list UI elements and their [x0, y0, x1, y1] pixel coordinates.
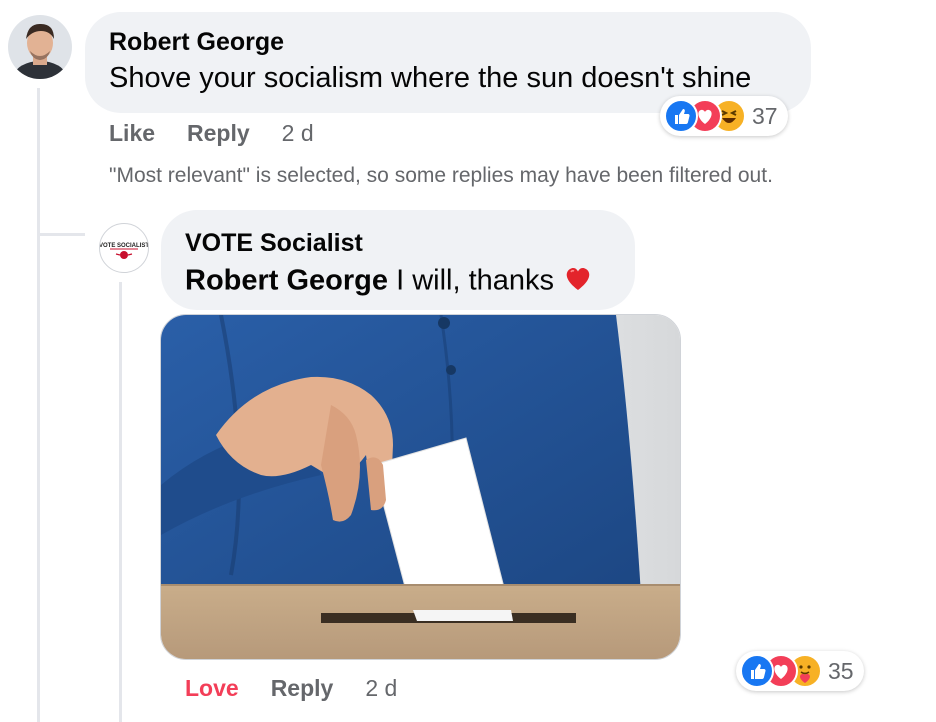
filter-notice: "Most relevant" is selected, so some rep… — [109, 164, 773, 187]
thread-line-main — [37, 88, 40, 722]
comment-reactions-summary[interactable]: 37 — [660, 96, 788, 136]
mention-link[interactable]: Robert George — [185, 265, 388, 297]
heart-emoji-icon — [562, 262, 594, 302]
comment-timestamp[interactable]: 2 d — [282, 120, 314, 147]
love-button[interactable]: Love — [185, 675, 239, 702]
comment-text: Shove your socialism where the sun doesn… — [109, 62, 752, 94]
avatar-vote-socialist[interactable]: VOTE SOCIALIST — [99, 223, 149, 273]
reply-message: I will, thanks — [388, 264, 563, 297]
comment-reaction-count: 37 — [752, 102, 778, 129]
reply-button[interactable]: Reply — [271, 675, 334, 702]
svg-text:VOTE SOCIALIST: VOTE SOCIALIST — [100, 243, 148, 249]
person-avatar-icon — [8, 15, 72, 79]
ballot-box-photo-icon — [161, 315, 680, 659]
reply-button[interactable]: Reply — [187, 120, 250, 147]
comment-actions: Like Reply 2 d — [109, 120, 314, 147]
like-icon — [740, 654, 774, 688]
like-button[interactable]: Like — [109, 120, 155, 147]
vote-socialist-logo-icon: VOTE SOCIALIST — [100, 243, 148, 259]
thread-line-reply — [119, 282, 122, 722]
thread-connector — [37, 233, 85, 236]
reply-reaction-count: 35 — [828, 657, 854, 684]
reply-text: Robert George I will, thanks — [185, 262, 594, 302]
avatar-robert-george[interactable] — [8, 15, 72, 79]
like-icon — [664, 99, 698, 133]
reply-actions: Love Reply 2 d — [185, 675, 397, 702]
reply-photo[interactable] — [160, 314, 681, 660]
comment-author-name[interactable]: Robert George — [109, 28, 284, 57]
reply-timestamp[interactable]: 2 d — [365, 675, 397, 702]
reply-author-name[interactable]: VOTE Socialist — [185, 229, 363, 258]
reply-reactions-summary[interactable]: 35 — [736, 651, 864, 691]
